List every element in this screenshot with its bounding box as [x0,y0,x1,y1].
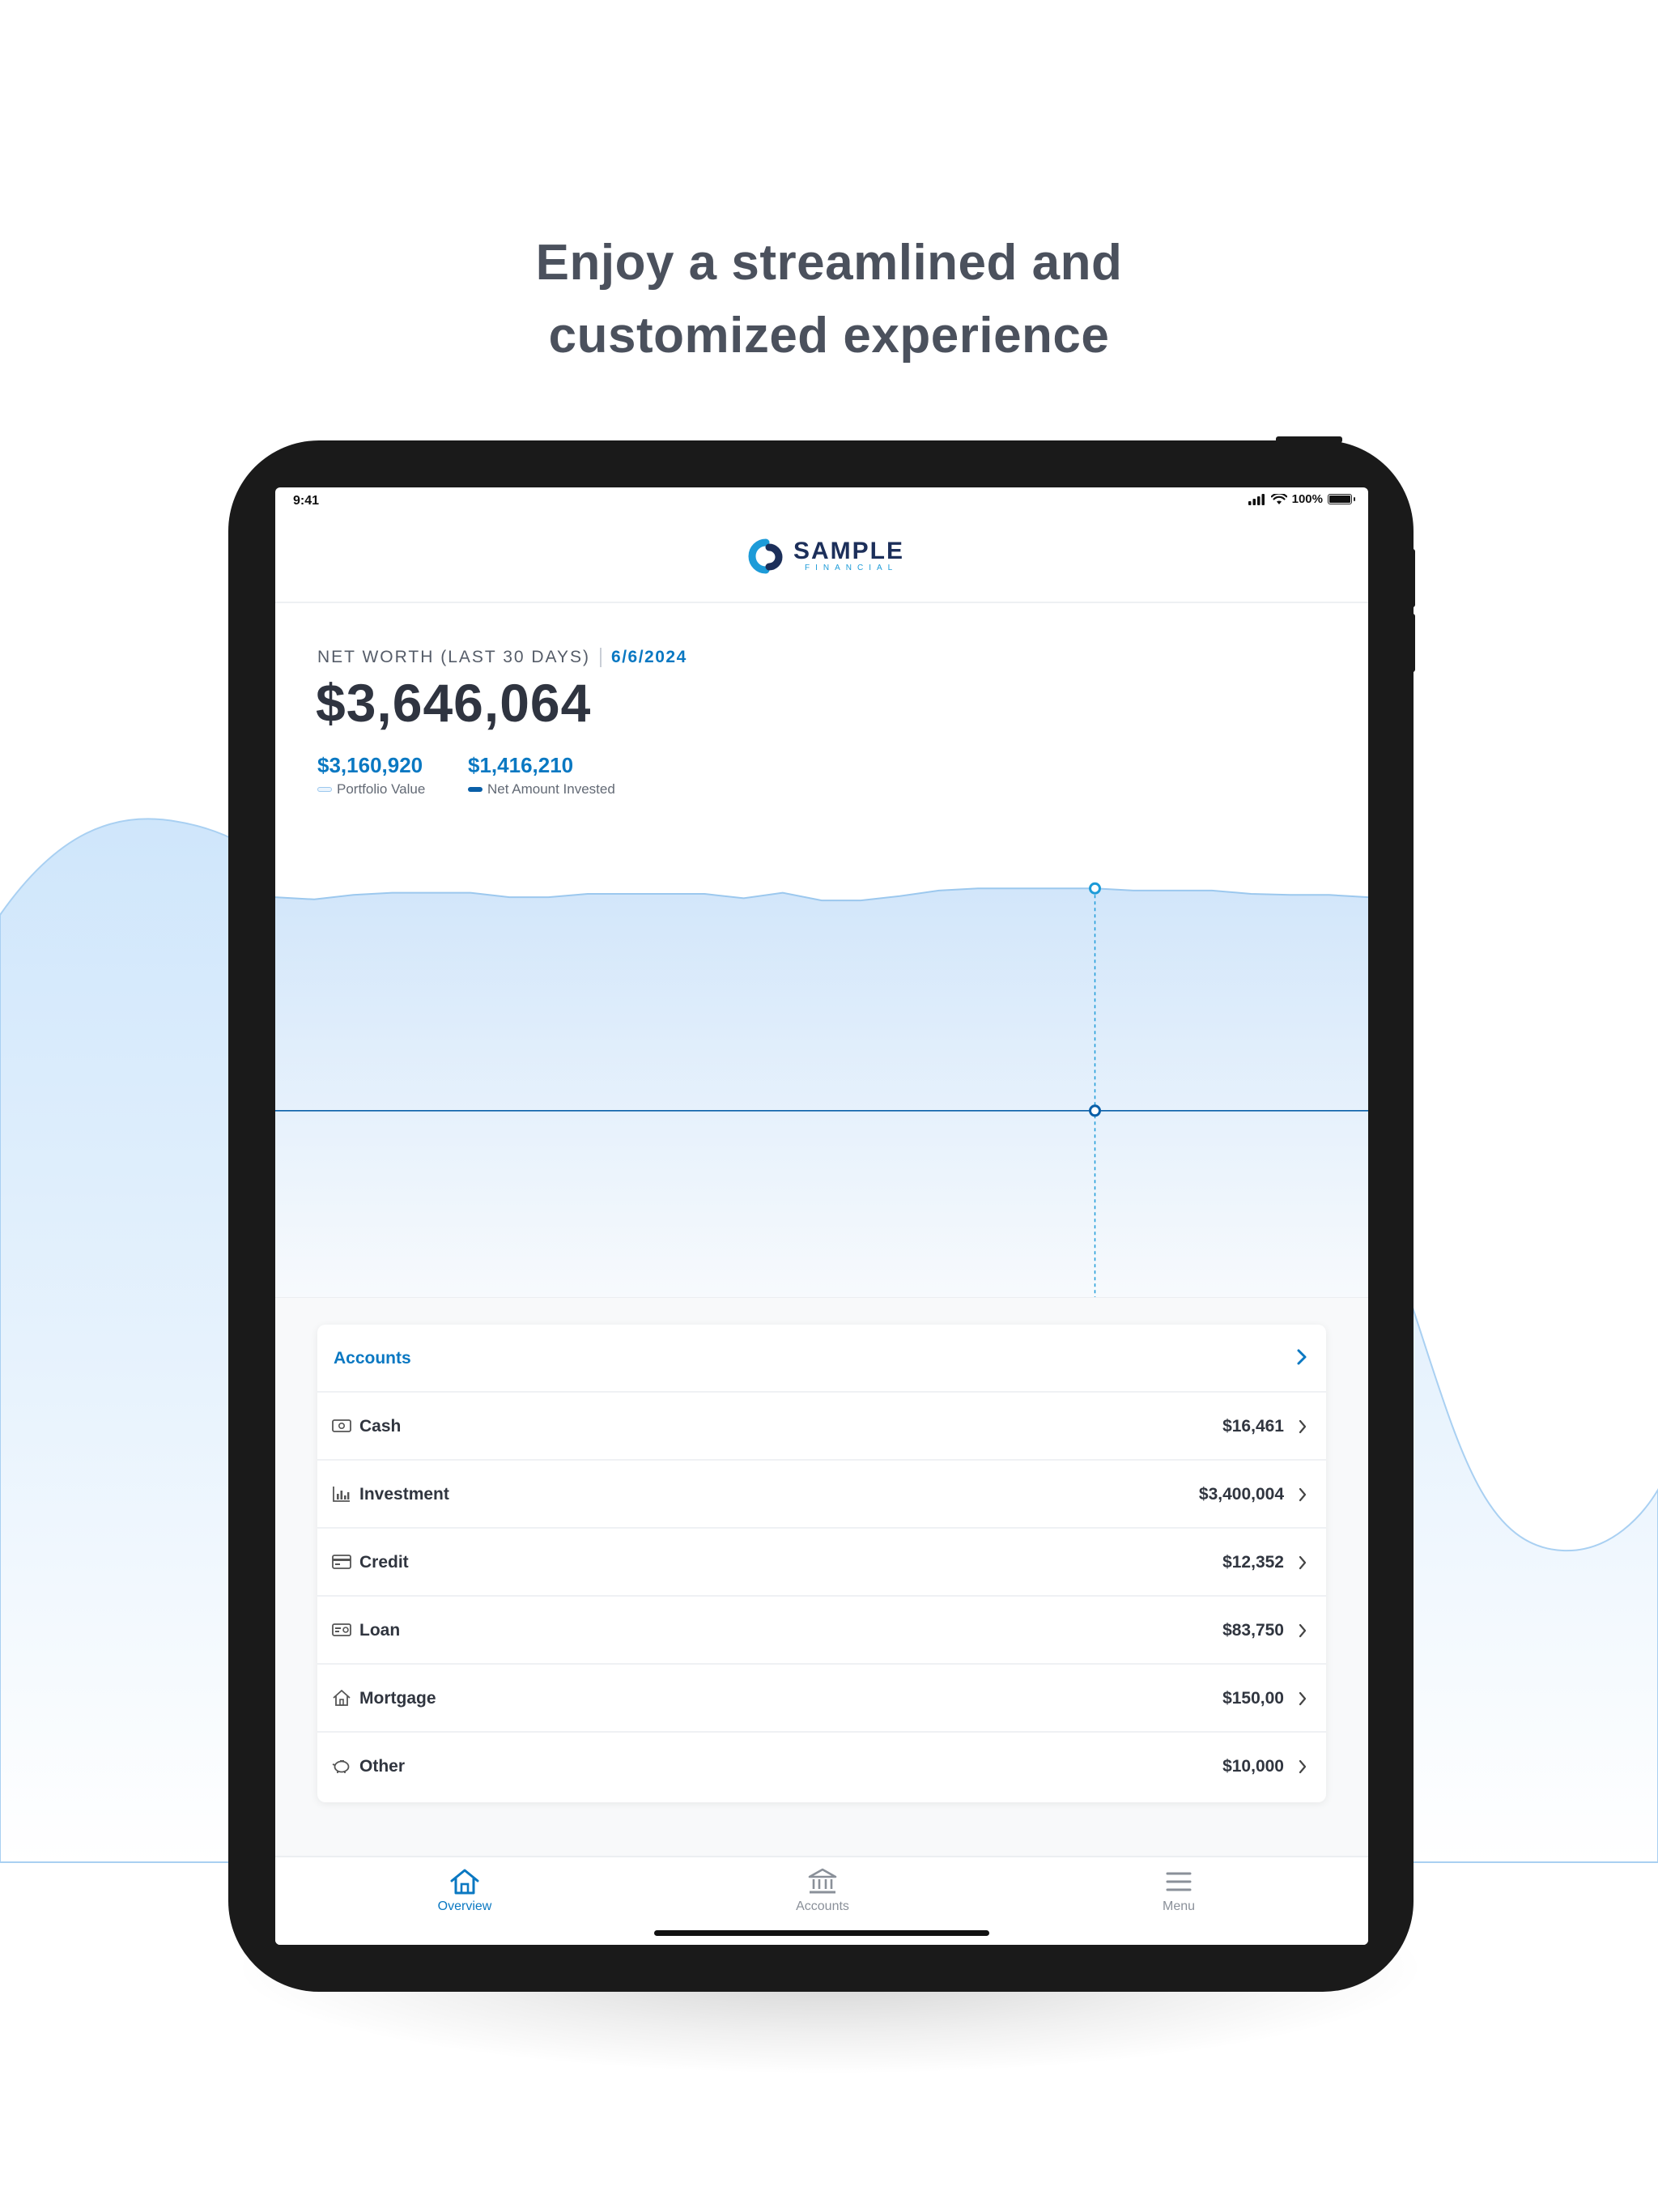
net-invested-legend: Net Amount Invested [468,781,615,798]
account-name: Investment [359,1485,449,1504]
tab-label: Menu [1162,1899,1196,1913]
portfolio-value: $3,160,920 [317,753,423,777]
status-bar: 9:41 100% [275,487,1368,515]
accounts-header[interactable]: Accounts [317,1325,1326,1393]
portfolio-value-area [275,888,1368,1297]
house-icon [333,1690,351,1706]
battery-icon [1328,494,1355,504]
label-divider [600,648,602,667]
investment-chart-icon [333,1487,350,1502]
tab-label: Accounts [796,1899,849,1913]
chevron-right-icon [1297,1349,1307,1365]
logo-subtitle: FINANCIAL [805,564,899,572]
account-value: $16,461 [1222,1417,1284,1436]
home-indicator [654,1930,989,1936]
net-worth-label: NET WORTH (LAST 30 DAYS) [317,648,591,666]
cash-icon [332,1419,351,1432]
app-header: SAMPLE FINANCIAL [275,515,1368,603]
wifi-icon [1270,493,1287,504]
net-invested-legend-swatch [468,787,483,792]
logo-wordmark: SAMPLE [793,538,905,564]
tab-label: Overview [437,1899,492,1913]
net-worth-chart[interactable] [275,836,1368,1297]
headline: Enjoy a streamlined and customized exper… [0,227,1658,372]
tab-menu[interactable]: Menu [1114,1867,1244,1914]
account-row-cash[interactable]: Cash $16,461 [317,1393,1326,1461]
headline-line-2: customized experience [548,308,1110,364]
chevron-right-icon [1299,1759,1307,1774]
loan-icon [332,1623,351,1636]
account-value: $10,000 [1222,1757,1284,1776]
portfolio-legend: Portfolio Value [317,781,425,798]
account-name: Loan [359,1621,401,1640]
account-value: $83,750 [1222,1621,1284,1640]
net-worth-value: $3,646,064 [316,673,592,733]
bank-icon [808,1868,837,1894]
account-name: Credit [359,1553,409,1572]
sample-financial-logo[interactable]: SAMPLE FINANCIAL [745,538,904,575]
account-name: Mortgage [359,1689,436,1708]
account-value: $150,00 [1222,1689,1284,1708]
credit-card-icon [332,1555,351,1569]
account-row-credit[interactable]: Credit $12,352 [317,1529,1326,1597]
tab-overview[interactable]: Overview [400,1867,529,1914]
battery-level-fill [1329,496,1350,503]
tab-accounts[interactable]: Accounts [758,1867,887,1914]
net-invested-metric: $1,416,210 Net Amount Invested [468,753,615,798]
headline-line-1: Enjoy a streamlined and [535,235,1123,291]
status-time: 9:41 [293,494,320,508]
portfolio-selected-point[interactable] [1089,882,1101,895]
account-row-mortgage[interactable]: Mortgage $150,00 [317,1665,1326,1733]
accounts-card: Accounts Cash $16,461 Investment $3,400,… [317,1325,1326,1802]
status-indicators: 100% [1248,492,1355,506]
net-worth-label-row: NET WORTH (LAST 30 DAYS) 6/6/2024 [317,648,687,667]
battery-percentage: 100% [1291,492,1323,506]
net-invested-label: Net Amount Invested [487,781,615,797]
chevron-right-icon [1299,1555,1307,1570]
net-worth-date: 6/6/2024 [611,648,687,666]
chevron-right-icon [1299,1623,1307,1638]
hamburger-menu-icon [1166,1872,1192,1891]
signal-icon [1248,493,1265,505]
account-row-other[interactable]: Other $10,000 [317,1733,1326,1801]
accounts-title: Accounts [334,1349,411,1368]
chart-svg [275,882,1368,1297]
portfolio-value-metric: $3,160,920 Portfolio Value [317,753,425,798]
net-invested-selected-point[interactable] [1089,1104,1101,1117]
account-value: $3,400,004 [1198,1485,1284,1504]
piggy-bank-icon [332,1760,350,1773]
chevron-right-icon [1299,1487,1307,1502]
account-value: $12,352 [1222,1553,1284,1572]
portfolio-legend-swatch [317,787,332,792]
account-row-loan[interactable]: Loan $83,750 [317,1597,1326,1665]
tablet-screen: 9:41 100% SAMPLE FINANCIAL NET WORTH (LA… [275,487,1368,1945]
account-name: Cash [359,1417,402,1436]
chevron-right-icon [1299,1419,1307,1434]
account-row-investment[interactable]: Investment $3,400,004 [317,1461,1326,1529]
account-name: Other [359,1757,406,1776]
net-invested-value: $1,416,210 [468,753,574,777]
portfolio-label: Portfolio Value [337,781,426,797]
logo-mark-icon [748,538,783,574]
chevron-right-icon [1299,1691,1307,1706]
home-icon [450,1869,479,1895]
